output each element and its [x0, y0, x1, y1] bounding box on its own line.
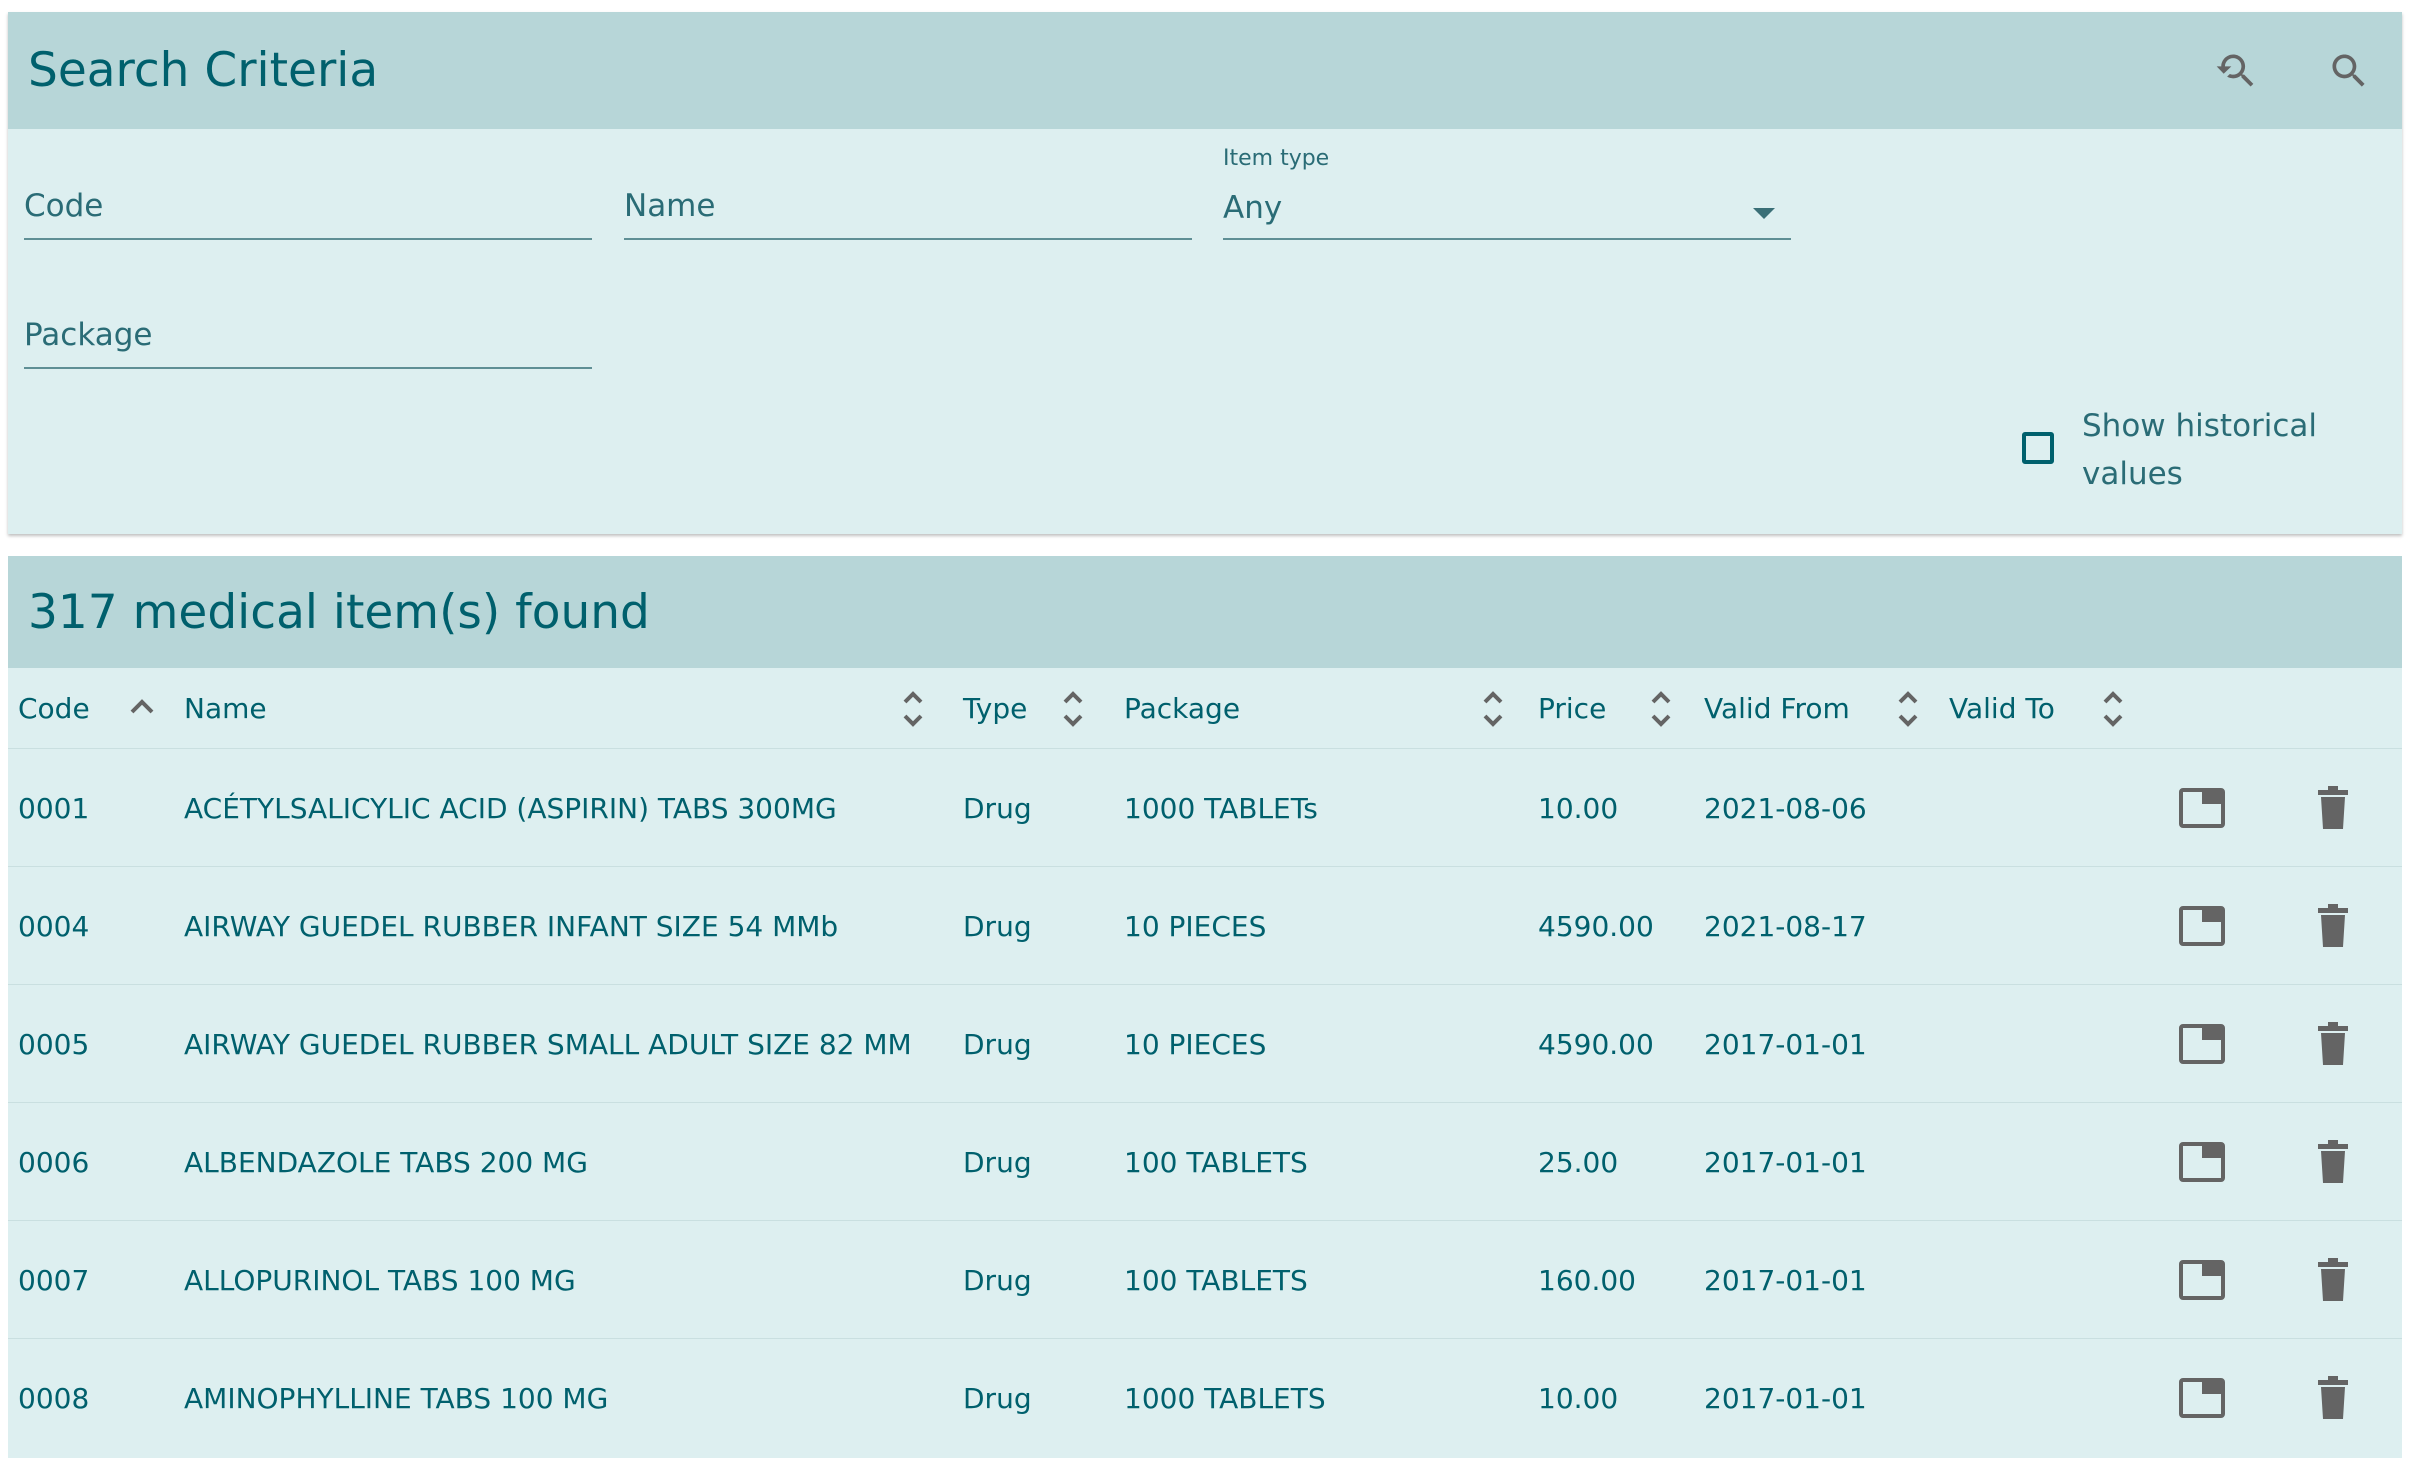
results-count-title: 317 medical item(s) found [28, 584, 650, 640]
search-reset-icon-glyph [2216, 54, 2254, 87]
cell-name: ACÉTYLSALICYLIC ACID (ASPIRIN) TABS 300M… [184, 791, 837, 825]
sort-toggle-icon[interactable] [1058, 686, 1088, 732]
cell-valid-from: 2017-01-01 [1704, 1027, 1867, 1061]
cell-type: Drug [963, 909, 1032, 943]
code-field[interactable] [24, 188, 592, 240]
table-header: Code Name Type Package Price Valid From [8, 668, 2140, 749]
search-reset-icon[interactable] [2208, 44, 2262, 98]
cell-price: 25.00 [1538, 1145, 1619, 1179]
code-input[interactable] [24, 188, 592, 238]
delete-icon[interactable] [2316, 1375, 2350, 1421]
chevron-down-icon [1753, 208, 1775, 219]
cell-valid-from: 2021-08-06 [1704, 791, 1867, 825]
column-header-valid-to[interactable]: Valid To [1949, 668, 2055, 748]
cell-code: 0001 [18, 791, 90, 825]
search-criteria-title: Search Criteria [28, 43, 379, 98]
cell-name: AIRWAY GUEDEL RUBBER SMALL ADULT SIZE 82… [184, 1027, 912, 1061]
sort-toggle-icon[interactable] [1646, 686, 1676, 732]
package-field[interactable] [24, 317, 592, 369]
cell-package: 1000 TABLETS [1124, 1381, 1326, 1415]
sort-ascending-icon[interactable] [122, 686, 162, 730]
item-type-select[interactable]: Any [1223, 188, 1791, 240]
open-icon[interactable] [2178, 785, 2226, 831]
results-table: Code Name Type Package Price Valid From [8, 668, 2402, 1458]
cell-valid-from: 2017-01-01 [1704, 1381, 1867, 1415]
sort-toggle-icon[interactable] [898, 686, 928, 732]
open-icon[interactable] [2178, 1375, 2226, 1421]
cell-price: 4590.00 [1538, 1027, 1654, 1061]
cell-package: 10 PIECES [1124, 909, 1267, 943]
delete-icon[interactable] [2316, 785, 2350, 831]
cell-type: Drug [963, 1027, 1032, 1061]
open-icon[interactable] [2178, 903, 2226, 949]
cell-type: Drug [963, 1381, 1032, 1415]
name-input[interactable] [624, 188, 1192, 238]
cell-price: 160.00 [1538, 1263, 1636, 1297]
cell-valid-from: 2021-08-17 [1704, 909, 1867, 943]
cell-package: 10 PIECES [1124, 1027, 1267, 1061]
show-historical-label: Show historical values [2082, 408, 2318, 492]
cell-code: 0007 [18, 1263, 90, 1297]
name-field[interactable] [624, 188, 1192, 240]
cell-type: Drug [963, 1263, 1032, 1297]
cell-valid-from: 2017-01-01 [1704, 1145, 1867, 1179]
delete-icon[interactable] [2316, 1139, 2350, 1185]
sort-toggle-icon[interactable] [1893, 686, 1923, 732]
column-header-price[interactable]: Price [1538, 668, 1606, 748]
column-header-package[interactable]: Package [1124, 668, 1240, 748]
table-row[interactable]: 0008 AMINOPHYLLINE TABS 100 MG Drug 1000… [8, 1338, 2402, 1457]
cell-type: Drug [963, 1145, 1032, 1179]
column-header-code[interactable]: Code [18, 668, 90, 748]
package-input[interactable] [24, 317, 592, 367]
column-header-valid-from[interactable]: Valid From [1704, 668, 1850, 748]
search-criteria-panel: Search Criteria Item type Any Show histo… [8, 12, 2402, 534]
results-panel: 317 medical item(s) found Code Name Type… [8, 556, 2402, 1458]
table-row[interactable]: 0001 ACÉTYLSALICYLIC ACID (ASPIRIN) TABS… [8, 748, 2402, 867]
table-row[interactable]: 0004 AIRWAY GUEDEL RUBBER INFANT SIZE 54… [8, 866, 2402, 985]
cell-code: 0005 [18, 1027, 90, 1061]
cell-code: 0006 [18, 1145, 90, 1179]
search-icon-glyph [2332, 54, 2365, 87]
cell-package: 100 TABLETS [1124, 1145, 1308, 1179]
cell-code: 0004 [18, 909, 90, 943]
cell-type: Drug [963, 791, 1032, 825]
sort-toggle-icon[interactable] [1478, 686, 1508, 732]
show-historical-checkbox[interactable] [2022, 432, 2054, 464]
results-header: 317 medical item(s) found [8, 556, 2402, 668]
cell-price: 10.00 [1538, 791, 1619, 825]
search-icon[interactable] [2322, 44, 2376, 98]
table-row[interactable]: 0007 ALLOPURINOL TABS 100 MG Drug 100 TA… [8, 1220, 2402, 1339]
open-icon[interactable] [2178, 1021, 2226, 1067]
open-icon[interactable] [2178, 1257, 2226, 1303]
table-row[interactable]: 0006 ALBENDAZOLE TABS 200 MG Drug 100 TA… [8, 1102, 2402, 1221]
cell-package: 100 TABLETS [1124, 1263, 1308, 1297]
cell-name: ALLOPURINOL TABS 100 MG [184, 1263, 576, 1297]
cell-price: 4590.00 [1538, 909, 1654, 943]
cell-code: 0008 [18, 1381, 90, 1415]
column-header-type[interactable]: Type [963, 668, 1027, 748]
cell-name: AMINOPHYLLINE TABS 100 MG [184, 1381, 609, 1415]
cell-valid-from: 2017-01-01 [1704, 1263, 1867, 1297]
delete-icon[interactable] [2316, 903, 2350, 949]
item-type-value: Any [1223, 190, 1283, 226]
open-icon[interactable] [2178, 1139, 2226, 1185]
cell-name: ALBENDAZOLE TABS 200 MG [184, 1145, 588, 1179]
column-header-name[interactable]: Name [184, 668, 267, 748]
search-criteria-header: Search Criteria [8, 12, 2402, 129]
cell-price: 10.00 [1538, 1381, 1619, 1415]
item-type-label: Item type [1223, 146, 1330, 171]
sort-toggle-icon[interactable] [2098, 686, 2128, 732]
delete-icon[interactable] [2316, 1257, 2350, 1303]
cell-package: 1000 TABLETs [1124, 791, 1318, 825]
cell-name: AIRWAY GUEDEL RUBBER INFANT SIZE 54 MMb [184, 909, 839, 943]
delete-icon[interactable] [2316, 1021, 2350, 1067]
table-row[interactable]: 0005 AIRWAY GUEDEL RUBBER SMALL ADULT SI… [8, 984, 2402, 1103]
